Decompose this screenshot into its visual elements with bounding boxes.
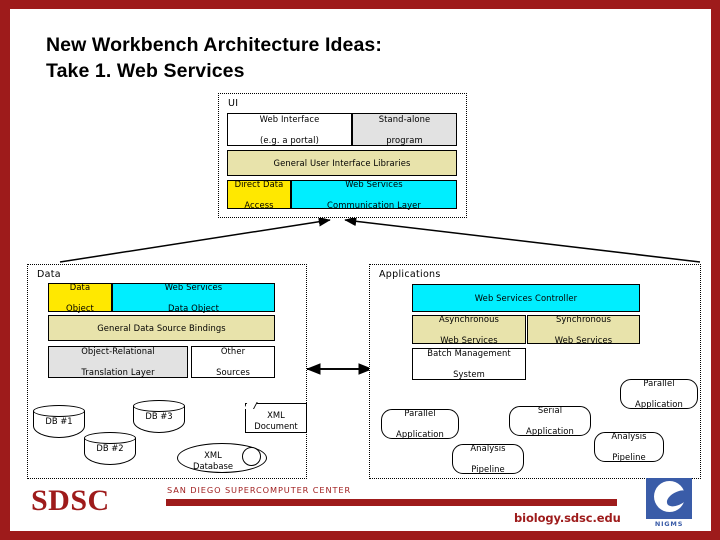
xml-document-line2: Document [254, 420, 298, 431]
node-other-sources-line2: Sources [216, 367, 250, 378]
leaf-serial-application[interactable]: Serial Application [509, 405, 591, 437]
node-web-interface[interactable]: Web Interface (e.g. a portal) [227, 113, 352, 146]
node-bms-line1: Batch Management [427, 348, 511, 359]
node-object-relational-translation-layer[interactable]: Object-Relational Translation Layer [48, 346, 188, 378]
node-stand-alone-line2: program [386, 134, 423, 145]
slide: New Workbench Architecture Ideas: Take 1… [0, 0, 720, 540]
node-data-object-line2: Object [66, 302, 94, 313]
node-web-services-data-object[interactable]: Web Services Data Object [112, 281, 275, 313]
nigms-badge [646, 478, 692, 519]
node-wsdo-line2: Data Object [167, 302, 220, 313]
nigms-swoosh-icon [664, 488, 691, 509]
leaf-pa-right-line2: Application [635, 399, 683, 410]
sdsc-logo: SDSC [31, 484, 110, 517]
arrow-applications-to-ui [344, 216, 701, 263]
node-ortl-line1: Object-Relational [81, 346, 155, 357]
node-web-services-controller[interactable]: Web Services Controller [412, 284, 640, 312]
node-direct-data-line2: Access [244, 199, 274, 210]
nigms-label: NIGMS [654, 520, 684, 528]
db-3-icon[interactable]: DB #3 [133, 400, 185, 433]
leaf-ap-right-line2: Pipeline [612, 452, 646, 463]
node-wscl-line1: Web Services [345, 178, 403, 189]
node-general-data-source-bindings[interactable]: General Data Source Bindings [48, 315, 275, 341]
node-wscl-line2: Communication Layer [327, 199, 421, 210]
leaf-serial-line2: Application [526, 426, 574, 437]
node-batch-management-system[interactable]: Batch Management System [412, 348, 526, 380]
biology-url[interactable]: biology.sdsc.edu [514, 511, 621, 525]
db-3-label: DB #3 [145, 411, 173, 421]
leaf-parallel-application-right[interactable]: Parallel Application [620, 378, 698, 410]
node-bms-line2: System [453, 369, 485, 380]
node-sync-line1: Synchronous [555, 313, 612, 324]
group-ui-label: UI [228, 98, 239, 109]
xml-database-line1: XML [204, 450, 222, 460]
footer-divider [166, 499, 617, 506]
node-web-interface-line2: (e.g. a portal) [260, 134, 319, 145]
node-direct-data-line1: Direct Data [234, 178, 284, 189]
architecture-diagram: UI Web Interface (e.g. a portal) Stand-a… [0, 0, 720, 490]
leaf-ap-left-line2: Pipeline [471, 464, 505, 475]
node-gdsb-label: General Data Source Bindings [97, 322, 226, 333]
xml-document-icon[interactable]: XML Document [244, 402, 307, 433]
leaf-analysis-pipeline-left[interactable]: Analysis Pipeline [452, 443, 524, 475]
nigms-logo: NIGMS [646, 478, 694, 534]
node-web-services-communication-layer[interactable]: Web Services Communication Layer [291, 178, 457, 210]
arrow-data-to-ui [59, 216, 331, 263]
node-async-line2: Web Services [440, 334, 498, 345]
node-sync-line2: Web Services [554, 334, 613, 345]
node-other-sources-line1: Other [220, 346, 246, 357]
node-web-interface-line1: Web Interface [259, 113, 320, 124]
db-2-label: DB #2 [96, 443, 124, 453]
nigms-circle-icon [654, 481, 691, 512]
node-wsdo-line1: Web Services [164, 281, 223, 292]
node-ortl-line2: Translation Layer [81, 367, 155, 378]
leaf-ap-left-line1: Analysis [470, 443, 506, 454]
leaf-pa-left-line1: Parallel [404, 408, 436, 419]
node-stand-alone-line1: Stand-alone [378, 113, 431, 124]
leaf-pa-right-line1: Parallel [643, 378, 675, 389]
db-1-label: DB #1 [45, 416, 73, 426]
group-ui: UI Web Interface (e.g. a portal) Stand-a… [218, 93, 467, 218]
node-asynchronous-web-services[interactable]: Asynchronous Web Services [412, 313, 526, 345]
leaf-ap-right-line1: Analysis [611, 431, 647, 442]
xml-database-line2: Database [193, 460, 233, 471]
xml-database-icon[interactable]: XML Database [177, 443, 267, 473]
node-stand-alone-program[interactable]: Stand-alone program [352, 113, 457, 146]
node-data-object-line1: Data [69, 281, 91, 292]
node-data-object[interactable]: Data Object [48, 281, 112, 313]
db-2-icon[interactable]: DB #2 [84, 432, 136, 465]
node-other-sources[interactable]: Other Sources [191, 346, 275, 378]
leaf-parallel-application-left[interactable]: Parallel Application [381, 408, 459, 440]
sdsc-center-name: SAN DIEGO SUPERCOMPUTER CENTER [167, 485, 352, 495]
group-applications-label: Applications [379, 269, 441, 280]
leaf-serial-line1: Serial [537, 405, 563, 416]
xml-document-line1: XML [267, 410, 285, 420]
db-1-icon[interactable]: DB #1 [33, 405, 85, 438]
node-async-line1: Asynchronous [439, 313, 499, 324]
node-wsc-label: Web Services Controller [474, 292, 578, 303]
slide-footer: SDSC SAN DIEGO SUPERCOMPUTER CENTER biol… [0, 478, 720, 540]
leaf-analysis-pipeline-right[interactable]: Analysis Pipeline [594, 431, 664, 463]
node-gui-libraries-label: General User Interface Libraries [273, 157, 411, 168]
node-general-user-interface-libraries[interactable]: General User Interface Libraries [227, 150, 457, 176]
node-synchronous-web-services[interactable]: Synchronous Web Services [527, 313, 640, 345]
group-data-label: Data [37, 269, 61, 280]
leaf-pa-left-line2: Application [396, 429, 444, 440]
node-direct-data-access[interactable]: Direct Data Access [227, 178, 291, 210]
